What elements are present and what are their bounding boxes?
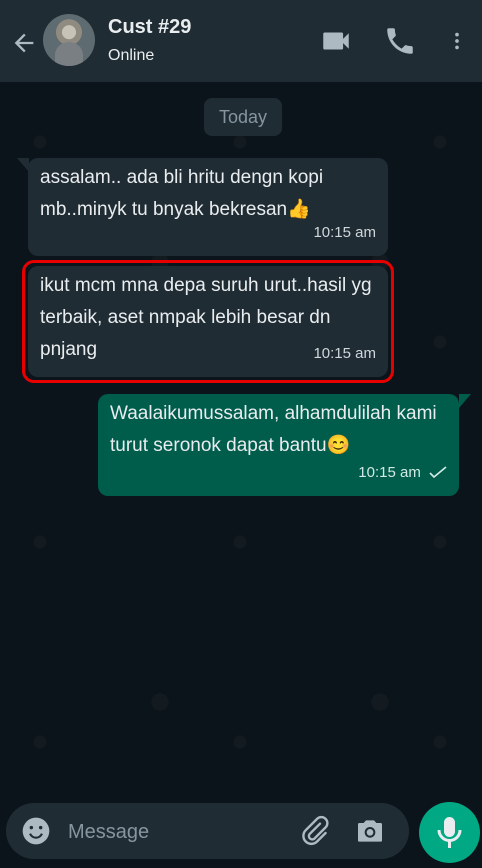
camera-icon[interactable] (354, 815, 386, 847)
message-time: 10:15 am (313, 345, 376, 362)
chat-header: Cust #29 Online (0, 0, 482, 82)
outgoing-message[interactable]: Waalaikumussalam, alhamdulilah kami turu… (98, 394, 459, 496)
message-text: Waalaikumussalam, alhamdulilah kami turu… (110, 403, 437, 456)
mic-icon (437, 817, 462, 848)
paperclip-icon[interactable] (298, 815, 330, 847)
video-icon[interactable] (318, 24, 354, 58)
smile-icon[interactable] (20, 815, 52, 847)
outgoing-bubble-tail (459, 394, 471, 408)
contact-status: Online (108, 47, 155, 64)
message-composer (6, 803, 409, 859)
mic-button[interactable] (419, 802, 480, 863)
chat-area[interactable]: Today assalam.. ada bli hritu dengn kopi… (0, 82, 482, 868)
incoming-message[interactable]: ikut mcm mna depa suruh urut..hasil yg t… (28, 266, 388, 377)
phone-icon[interactable] (382, 24, 418, 58)
message-time-row: 10:15 am (358, 457, 447, 489)
message-input[interactable] (66, 813, 290, 851)
contact-name[interactable]: Cust #29 (108, 16, 191, 39)
date-separator: Today (204, 98, 282, 136)
check-icon (429, 466, 447, 479)
incoming-message[interactable]: assalam.. ada bli hritu dengn kopi mb..m… (28, 158, 388, 256)
arrow-left-icon[interactable] (10, 29, 38, 57)
avatar[interactable] (43, 14, 95, 66)
message-time: 10:15 am (358, 464, 421, 481)
message-time: 10:15 am (313, 224, 376, 241)
more-vert-icon[interactable] (446, 24, 468, 58)
